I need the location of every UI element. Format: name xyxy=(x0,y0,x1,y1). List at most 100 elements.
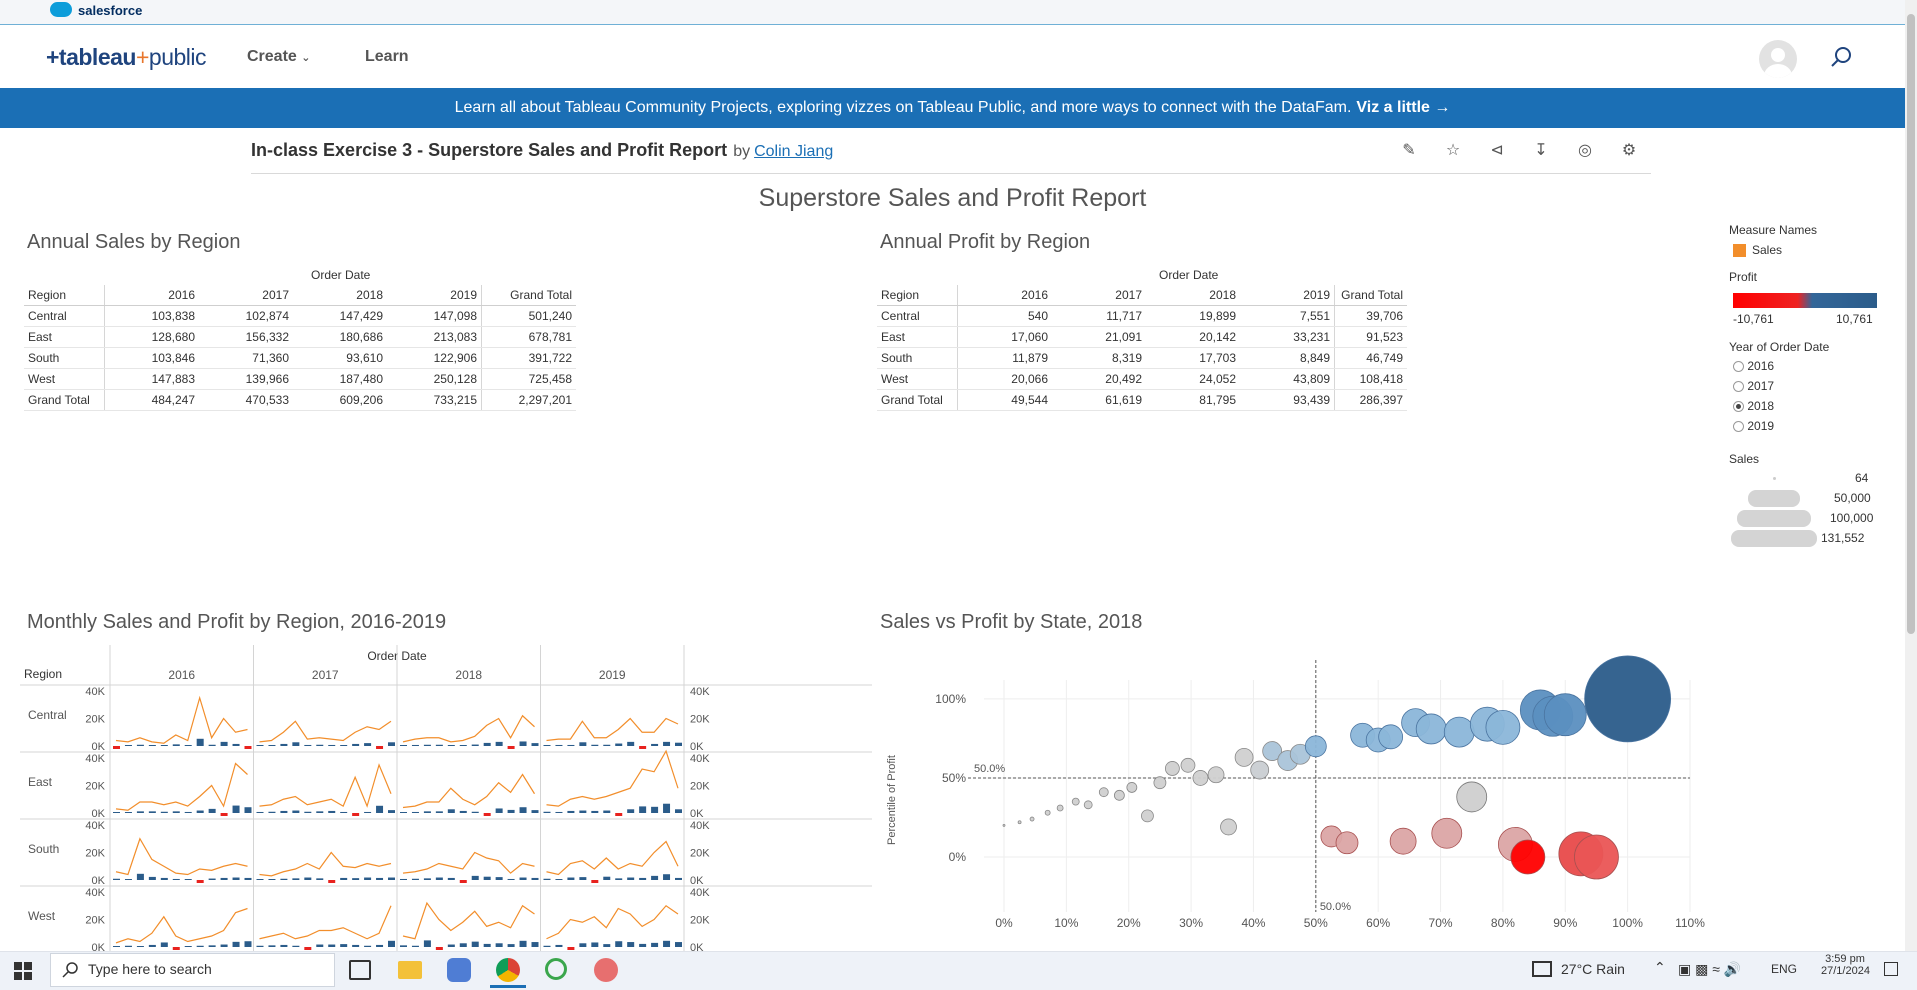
banner-link[interactable]: Viz a little → xyxy=(1356,99,1450,117)
y-tick-label: 40K xyxy=(690,686,710,698)
table-row[interactable]: Central 103,838 102,874 147,429 147,098 501,2… xyxy=(24,305,576,327)
avatar[interactable] xyxy=(1759,40,1797,78)
profit-bar xyxy=(495,877,503,880)
weather[interactable]: 27°C Rain xyxy=(1561,961,1625,977)
order-date-header: Order Date xyxy=(1159,268,1219,282)
sales-line xyxy=(402,773,536,809)
year-header: 2018 xyxy=(455,668,482,682)
profit-bar xyxy=(208,878,216,880)
table-header: 2017 xyxy=(199,285,293,306)
table-row[interactable]: Grand Total 49,544 61,619 81,795 93,439 286,3… xyxy=(877,389,1407,411)
profit-bar xyxy=(352,944,360,947)
profit-bar xyxy=(675,809,682,813)
sales-line xyxy=(402,901,535,940)
share-icon[interactable]: ⊲ xyxy=(1486,140,1508,162)
year-option-2018[interactable]: 2018 xyxy=(1733,399,1774,413)
table-row[interactable]: East 128,680 156,332 180,686 213,083 678,781 xyxy=(24,326,576,348)
profit-bar xyxy=(471,875,479,880)
profit-bar xyxy=(603,944,611,947)
table-header: 2019 xyxy=(1240,285,1335,306)
y-tick-label: 0K xyxy=(690,741,704,753)
profit-bar xyxy=(340,745,348,746)
profit-bar xyxy=(268,945,276,947)
profit-bar xyxy=(184,946,192,947)
table-header: 2016 xyxy=(104,285,199,306)
task-view-icon[interactable] xyxy=(349,960,371,980)
profit-bar xyxy=(579,877,587,880)
profit-bar xyxy=(567,877,575,880)
nav-learn[interactable]: Learn xyxy=(365,48,409,66)
state-point xyxy=(1113,789,1125,801)
settings-icon[interactable]: ⚙ xyxy=(1618,140,1640,162)
profit-bar xyxy=(160,942,168,947)
sales-table: Region 2016 2017 2018 2019 Grand Total C… xyxy=(24,285,576,411)
profit-bar xyxy=(495,741,503,746)
app-icon[interactable] xyxy=(545,958,567,980)
state-point xyxy=(1584,655,1672,743)
system-tray-icons[interactable]: ▣ ▩ ≈ 🔊 xyxy=(1678,961,1741,978)
year-option-2016[interactable]: 2016 xyxy=(1733,359,1774,373)
clock[interactable]: 3:59 pm 27/1/2024 xyxy=(1821,953,1870,977)
monthly-chart[interactable]: Order DateRegion 2016 2017 2018 2019Central4… xyxy=(20,645,872,951)
profit-bar xyxy=(555,744,563,746)
author-link[interactable]: Colin Jiang xyxy=(754,143,833,160)
profit-bar xyxy=(292,945,300,947)
sales-line xyxy=(546,904,679,940)
y-tick-label: 40K xyxy=(85,820,105,832)
chevron-up-icon[interactable]: ⌃ xyxy=(1654,959,1666,976)
table-row[interactable]: West 20,066 20,492 24,052 43,809 108,418 xyxy=(877,368,1407,390)
state-point xyxy=(1002,823,1006,827)
region-label: East xyxy=(28,775,53,789)
profit-bar xyxy=(256,945,264,947)
search-icon[interactable] xyxy=(1829,45,1853,69)
profit-bar xyxy=(364,877,372,880)
table-row[interactable]: Central 540 11,717 19,899 7,551 39,706 xyxy=(877,305,1407,327)
scatter-chart[interactable]: 0% 10% 20% 30% 40% 50% 60% 70% 80% 90% 100% 110% 100… xyxy=(880,640,1725,950)
star-icon[interactable]: ☆ xyxy=(1442,140,1464,162)
profit-bar xyxy=(148,876,156,880)
y-tick-label: 20K xyxy=(85,714,105,726)
file-explorer-icon[interactable] xyxy=(398,961,422,979)
y-tick-label: 0K xyxy=(92,808,106,820)
news-icon[interactable] xyxy=(1532,961,1552,977)
app-icon[interactable] xyxy=(594,958,618,982)
salesforce-brand[interactable]: salesforce xyxy=(78,3,142,18)
table-row[interactable]: Grand Total 484,247 470,533 609,206 733,215 2… xyxy=(24,389,576,411)
profit-bar xyxy=(555,944,563,947)
profit-bar xyxy=(280,944,288,947)
language-indicator[interactable]: ENG xyxy=(1771,962,1797,976)
table-row[interactable]: West 147,883 139,966 187,480 250,128 725,458 xyxy=(24,368,576,390)
profit-bar xyxy=(304,877,312,880)
state-point xyxy=(1415,713,1447,745)
x-tick-label: 110% xyxy=(1675,916,1705,930)
badge-icon[interactable]: ◎ xyxy=(1574,140,1596,162)
table-row[interactable]: South 11,879 8,319 17,703 8,849 46,749 xyxy=(877,347,1407,369)
profit-bar xyxy=(675,877,682,880)
chrome-icon[interactable] xyxy=(496,958,520,982)
community-banner[interactable]: Learn all about Tableau Community Projec… xyxy=(0,88,1905,128)
scrollbar-thumb[interactable] xyxy=(1907,14,1915,634)
tableau-public-logo[interactable]: +tableau+public xyxy=(46,44,207,71)
edit-icon[interactable]: ✎ xyxy=(1398,140,1420,162)
notification-icon[interactable] xyxy=(1884,962,1898,976)
measure-item-sales[interactable]: Sales xyxy=(1752,243,1782,257)
profit-bar xyxy=(447,944,455,947)
year-option-2019[interactable]: 2019 xyxy=(1733,419,1774,433)
profit-bar xyxy=(124,945,132,947)
year-option-2017[interactable]: 2017 xyxy=(1733,379,1774,393)
windows-start-icon[interactable] xyxy=(14,962,32,980)
profit-bar xyxy=(483,742,491,746)
state-point xyxy=(1250,760,1270,780)
app-icon[interactable] xyxy=(447,958,471,982)
download-icon[interactable]: ↧ xyxy=(1530,140,1552,162)
viz-title-bar: In-class Exercise 3 - Superstore Sales a… xyxy=(251,140,833,161)
profit-bar xyxy=(184,811,192,813)
banner-text: Learn all about Tableau Community Projec… xyxy=(454,99,1352,116)
table-header: Grand Total xyxy=(1334,285,1407,306)
profit-bar xyxy=(411,878,419,880)
table-row[interactable]: East 17,060 21,091 20,142 33,231 91,523 xyxy=(877,326,1407,348)
nav-create[interactable]: Create ⌄ xyxy=(247,48,310,66)
taskbar-search-placeholder[interactable]: Type here to search xyxy=(88,961,212,977)
table-row[interactable]: South 103,846 71,360 93,610 122,906 391,722 xyxy=(24,347,576,369)
y-tick-label: 20K xyxy=(85,848,105,860)
